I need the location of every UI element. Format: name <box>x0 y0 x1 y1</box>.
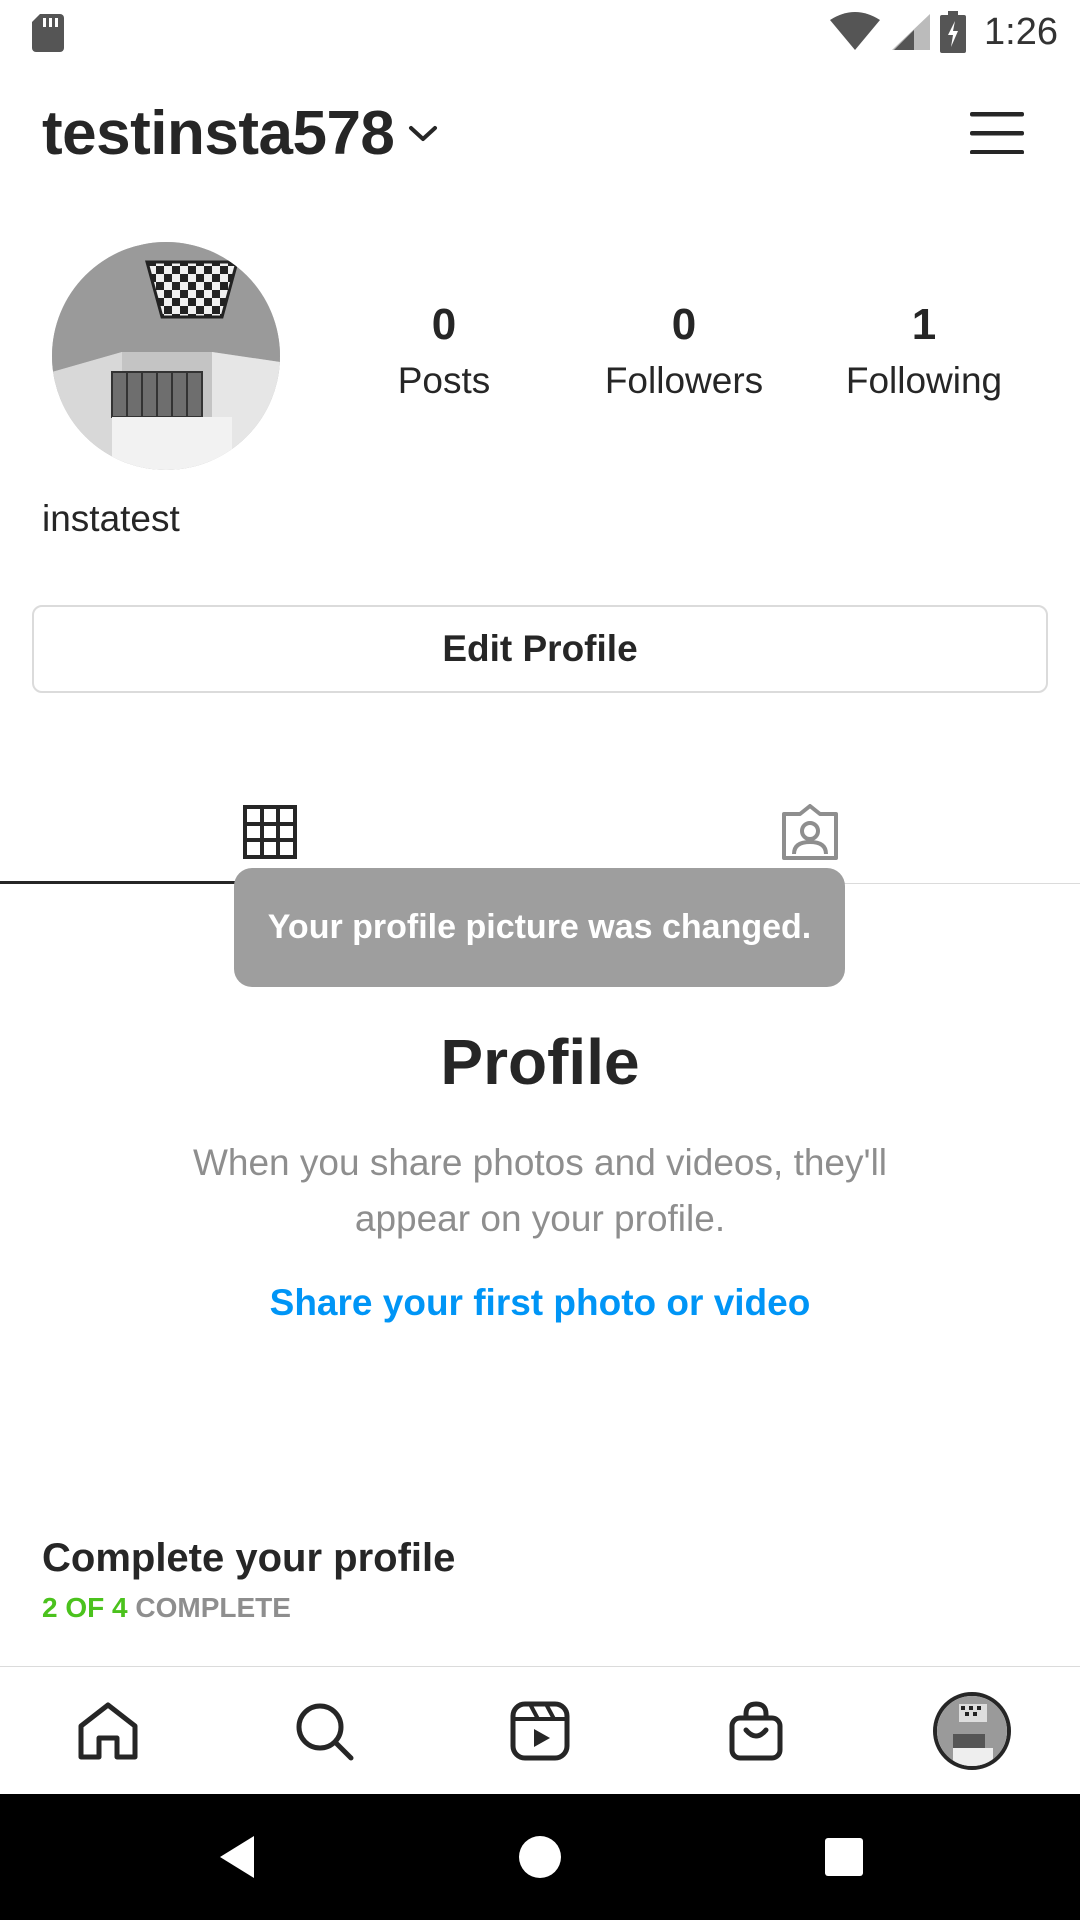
toast-message: Your profile picture was changed. <box>234 868 845 987</box>
followers-count-value: 0 <box>671 300 697 349</box>
nav-search[interactable] <box>216 1667 432 1795</box>
empty-state-title: Profile <box>440 1026 640 1098</box>
posts-count[interactable]: 0 Posts <box>334 300 554 402</box>
following-count[interactable]: 1 Following <box>814 300 1034 402</box>
bottom-nav <box>0 1666 1080 1794</box>
followers-count-label: Followers <box>604 360 764 401</box>
status-bar: 1:26 <box>0 0 1080 64</box>
sd-card-icon <box>32 14 64 52</box>
wifi-icon <box>830 12 881 50</box>
tagged-icon <box>782 804 838 860</box>
posts-count-label: Posts <box>397 360 491 401</box>
nav-profile[interactable] <box>864 1667 1080 1795</box>
nav-shop[interactable] <box>648 1667 864 1795</box>
home-button[interactable] <box>480 1794 600 1920</box>
profile-photo <box>52 242 280 470</box>
following-count-value: 1 <box>911 300 937 349</box>
nav-home[interactable] <box>0 1667 216 1795</box>
reels-icon <box>510 1701 570 1761</box>
posts-count-value: 0 <box>431 300 457 349</box>
system-navigation-bar <box>0 1794 1080 1920</box>
recents-icon <box>825 1838 863 1876</box>
battery-icon <box>940 11 967 53</box>
display-name: instatest <box>42 498 180 539</box>
account-switcher[interactable]: testinsta578 <box>42 98 438 169</box>
clock: 1:26 <box>984 10 1058 53</box>
back-icon <box>220 1836 254 1878</box>
profile-header: testinsta578 <box>0 90 1080 180</box>
home-circle-icon <box>519 1836 561 1878</box>
profile-avatar[interactable] <box>52 242 280 470</box>
following-count-label: Following <box>845 360 1003 401</box>
progress-done: 2 OF 4 <box>42 1592 128 1623</box>
chevron-down-icon[interactable] <box>408 124 438 144</box>
back-button[interactable] <box>176 1794 296 1920</box>
recents-button[interactable] <box>784 1794 904 1920</box>
shop-icon <box>729 1701 783 1761</box>
complete-profile-progress: 2 OF 4 COMPLETE <box>42 1592 291 1624</box>
home-icon <box>78 1702 138 1760</box>
search-icon <box>296 1703 354 1761</box>
grid-icon <box>243 805 297 859</box>
edit-profile-button[interactable]: Edit Profile <box>32 605 1048 693</box>
progress-rest: COMPLETE <box>135 1592 291 1623</box>
username[interactable]: testinsta578 <box>42 98 395 169</box>
empty-state-description: When you share photos and videos, they'l… <box>192 1142 888 1239</box>
nav-reels[interactable] <box>432 1667 648 1795</box>
profile-avatar-small <box>933 1692 1011 1770</box>
followers-count[interactable]: 0 Followers <box>574 300 794 402</box>
menu-icon[interactable] <box>970 112 1024 154</box>
share-first-photo-link[interactable]: Share your first photo or video <box>0 1282 1080 1324</box>
cell-signal-icon <box>892 14 931 50</box>
complete-profile-title: Complete your profile <box>42 1536 456 1580</box>
profile-thumbnail <box>937 1696 1007 1766</box>
